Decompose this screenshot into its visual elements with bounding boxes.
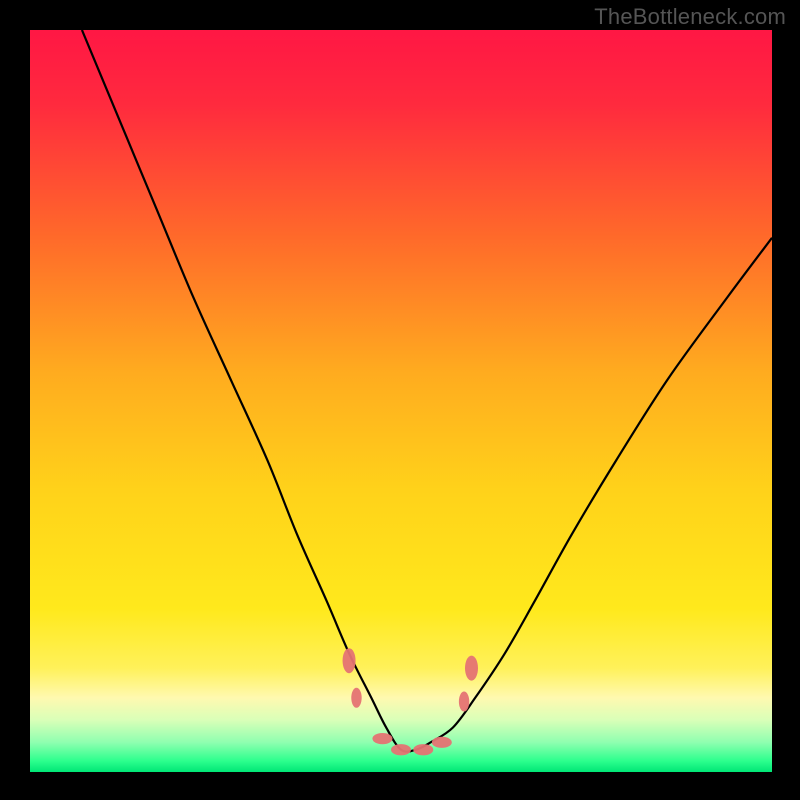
data-marker — [351, 688, 361, 708]
data-marker — [372, 733, 392, 744]
data-marker — [343, 648, 356, 673]
data-marker — [459, 692, 469, 712]
data-marker — [432, 737, 452, 748]
plot-frame — [30, 30, 772, 772]
credit-label: TheBottleneck.com — [594, 4, 786, 30]
marker-group — [343, 648, 478, 755]
data-marker — [413, 744, 433, 755]
bottleneck-curve — [82, 30, 772, 752]
data-marker — [391, 744, 411, 755]
chart-root: TheBottleneck.com — [0, 0, 800, 800]
data-marker — [465, 656, 478, 681]
curve-layer — [30, 30, 772, 772]
